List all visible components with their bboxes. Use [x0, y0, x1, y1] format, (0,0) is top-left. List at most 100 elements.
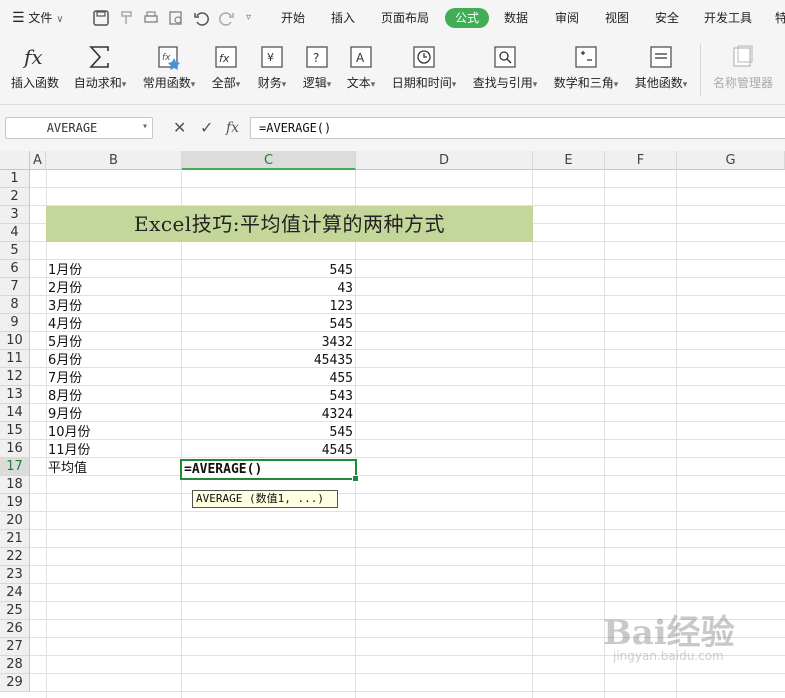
print-icon[interactable] — [142, 9, 160, 27]
formula-input[interactable]: =AVERAGE() — [250, 117, 785, 139]
print-preview-icon[interactable] — [167, 9, 185, 27]
row-header[interactable]: 13 — [0, 386, 30, 404]
row-header[interactable]: 17 — [0, 458, 30, 476]
quick-access-dropdown-icon[interactable]: ▿ — [246, 0, 251, 36]
row-header[interactable]: 6 — [0, 260, 30, 278]
cell-c12[interactable]: 455 — [182, 370, 353, 388]
row-header[interactable]: 15 — [0, 422, 30, 440]
row-header[interactable]: 3 — [0, 206, 30, 224]
row-header[interactable]: 10 — [0, 332, 30, 350]
row-header[interactable]: 28 — [0, 656, 30, 674]
name-manager-button[interactable]: 名称管理器 — [708, 36, 778, 104]
common-functions-button[interactable]: fx 常用函数▾ — [138, 36, 200, 104]
cell-c6[interactable]: 545 — [182, 262, 353, 280]
cell-c15[interactable]: 545 — [182, 424, 353, 442]
tab-home[interactable]: 开始 — [281, 0, 305, 36]
row-header[interactable]: 20 — [0, 512, 30, 530]
tab-data[interactable]: 数据 — [504, 0, 528, 36]
active-cell-c17[interactable]: =AVERAGE() — [180, 459, 359, 482]
select-all-corner[interactable] — [0, 151, 30, 170]
cell-b14[interactable]: 9月份 — [48, 406, 82, 424]
date-time-button[interactable]: 日期和时间▾ — [387, 36, 461, 104]
format-painter-icon[interactable] — [118, 9, 136, 27]
cell-c9[interactable]: 545 — [182, 316, 353, 334]
cell-b13[interactable]: 8月份 — [48, 388, 82, 406]
row-header[interactable]: 9 — [0, 314, 30, 332]
text-functions-button[interactable]: A 文本▾ — [341, 36, 381, 104]
tab-insert[interactable]: 插入 — [331, 0, 355, 36]
cell-c11[interactable]: 45435 — [182, 352, 353, 370]
cell-c7[interactable]: 43 — [182, 280, 353, 298]
all-functions-button[interactable]: fx 全部▾ — [206, 36, 246, 104]
tab-formulas[interactable]: 公式 — [445, 8, 489, 28]
cell-b11[interactable]: 6月份 — [48, 352, 82, 370]
confirm-icon[interactable]: ✓ — [200, 117, 213, 139]
file-menu[interactable]: ☰ 文件 ∨ — [12, 0, 64, 36]
column-header-g[interactable]: G — [677, 151, 785, 170]
cell-b9[interactable]: 4月份 — [48, 316, 82, 334]
row-header[interactable]: 27 — [0, 638, 30, 656]
row-header[interactable]: 4 — [0, 224, 30, 242]
column-header-b[interactable]: B — [46, 151, 182, 170]
cell-c14[interactable]: 4324 — [182, 406, 353, 424]
row-header[interactable]: 19 — [0, 494, 30, 512]
column-header-e[interactable]: E — [533, 151, 605, 170]
row-header[interactable]: 7 — [0, 278, 30, 296]
row-header[interactable]: 1 — [0, 170, 30, 188]
cell-c10[interactable]: 3432 — [182, 334, 353, 352]
sheet-title[interactable]: Excel技巧:平均值计算的两种方式 — [46, 206, 533, 242]
cell-c8[interactable]: 123 — [182, 298, 353, 316]
logical-button[interactable]: ? 逻辑▾ — [297, 36, 337, 104]
insert-function-button[interactable]: fx 插入函数 — [4, 36, 66, 104]
tab-review[interactable]: 审阅 — [555, 0, 579, 36]
row-header[interactable]: 18 — [0, 476, 30, 494]
cell-b16[interactable]: 11月份 — [48, 442, 91, 460]
row-header[interactable]: 25 — [0, 602, 30, 620]
cell-b6[interactable]: 1月份 — [48, 262, 82, 280]
cell-b7[interactable]: 2月份 — [48, 280, 82, 298]
row-header[interactable]: 5 — [0, 242, 30, 260]
column-header-f[interactable]: F — [605, 151, 677, 170]
name-box[interactable]: AVERAGE ▾ — [5, 117, 153, 139]
math-trig-button[interactable]: 数学和三角▾ — [549, 36, 623, 104]
spreadsheet-grid[interactable]: A B C D E F G 1 2 3 4 5 6 7 8 9 10 11 12 13 14 15 16 17 1… — [0, 151, 785, 698]
cell-b17[interactable]: 平均值 — [48, 460, 87, 478]
other-functions-button[interactable]: 其他函数▾ — [630, 36, 692, 104]
tab-security[interactable]: 安全 — [655, 0, 679, 36]
row-header[interactable]: 11 — [0, 350, 30, 368]
row-header[interactable]: 14 — [0, 404, 30, 422]
column-header-d[interactable]: D — [356, 151, 533, 170]
cancel-icon[interactable]: ✕ — [173, 117, 186, 139]
row-header[interactable]: 8 — [0, 296, 30, 314]
lookup-reference-button[interactable]: 查找与引用▾ — [468, 36, 542, 104]
gridline — [30, 187, 785, 188]
undo-icon[interactable] — [192, 9, 210, 27]
cell-b12[interactable]: 7月份 — [48, 370, 82, 388]
row-header[interactable]: 22 — [0, 548, 30, 566]
row-header[interactable]: 2 — [0, 188, 30, 206]
fx-icon[interactable]: fx — [226, 117, 239, 139]
row-header[interactable]: 26 — [0, 620, 30, 638]
tab-page-layout[interactable]: 页面布局 — [381, 0, 429, 36]
cell-b15[interactable]: 10月份 — [48, 424, 91, 442]
tab-developer[interactable]: 开发工具 — [704, 0, 752, 36]
row-header[interactable]: 21 — [0, 530, 30, 548]
redo-icon[interactable] — [218, 9, 236, 27]
cell-c16[interactable]: 4545 — [182, 442, 353, 460]
row-header[interactable]: 12 — [0, 368, 30, 386]
row-header[interactable]: 29 — [0, 674, 30, 692]
column-header-c[interactable]: C — [182, 151, 356, 170]
column-header-a[interactable]: A — [30, 151, 46, 170]
row-header[interactable]: 16 — [0, 440, 30, 458]
row-header[interactable]: 24 — [0, 584, 30, 602]
save-icon[interactable] — [92, 9, 110, 27]
cell-b10[interactable]: 5月份 — [48, 334, 82, 352]
tab-special[interactable]: 特 — [775, 0, 785, 36]
fill-handle[interactable] — [352, 475, 359, 482]
financial-button[interactable]: ¥ 财务▾ — [252, 36, 292, 104]
cell-b8[interactable]: 3月份 — [48, 298, 82, 316]
autosum-button[interactable]: 自动求和▾ — [68, 36, 132, 104]
row-header[interactable]: 23 — [0, 566, 30, 584]
cell-c13[interactable]: 543 — [182, 388, 353, 406]
tab-view[interactable]: 视图 — [605, 0, 629, 36]
